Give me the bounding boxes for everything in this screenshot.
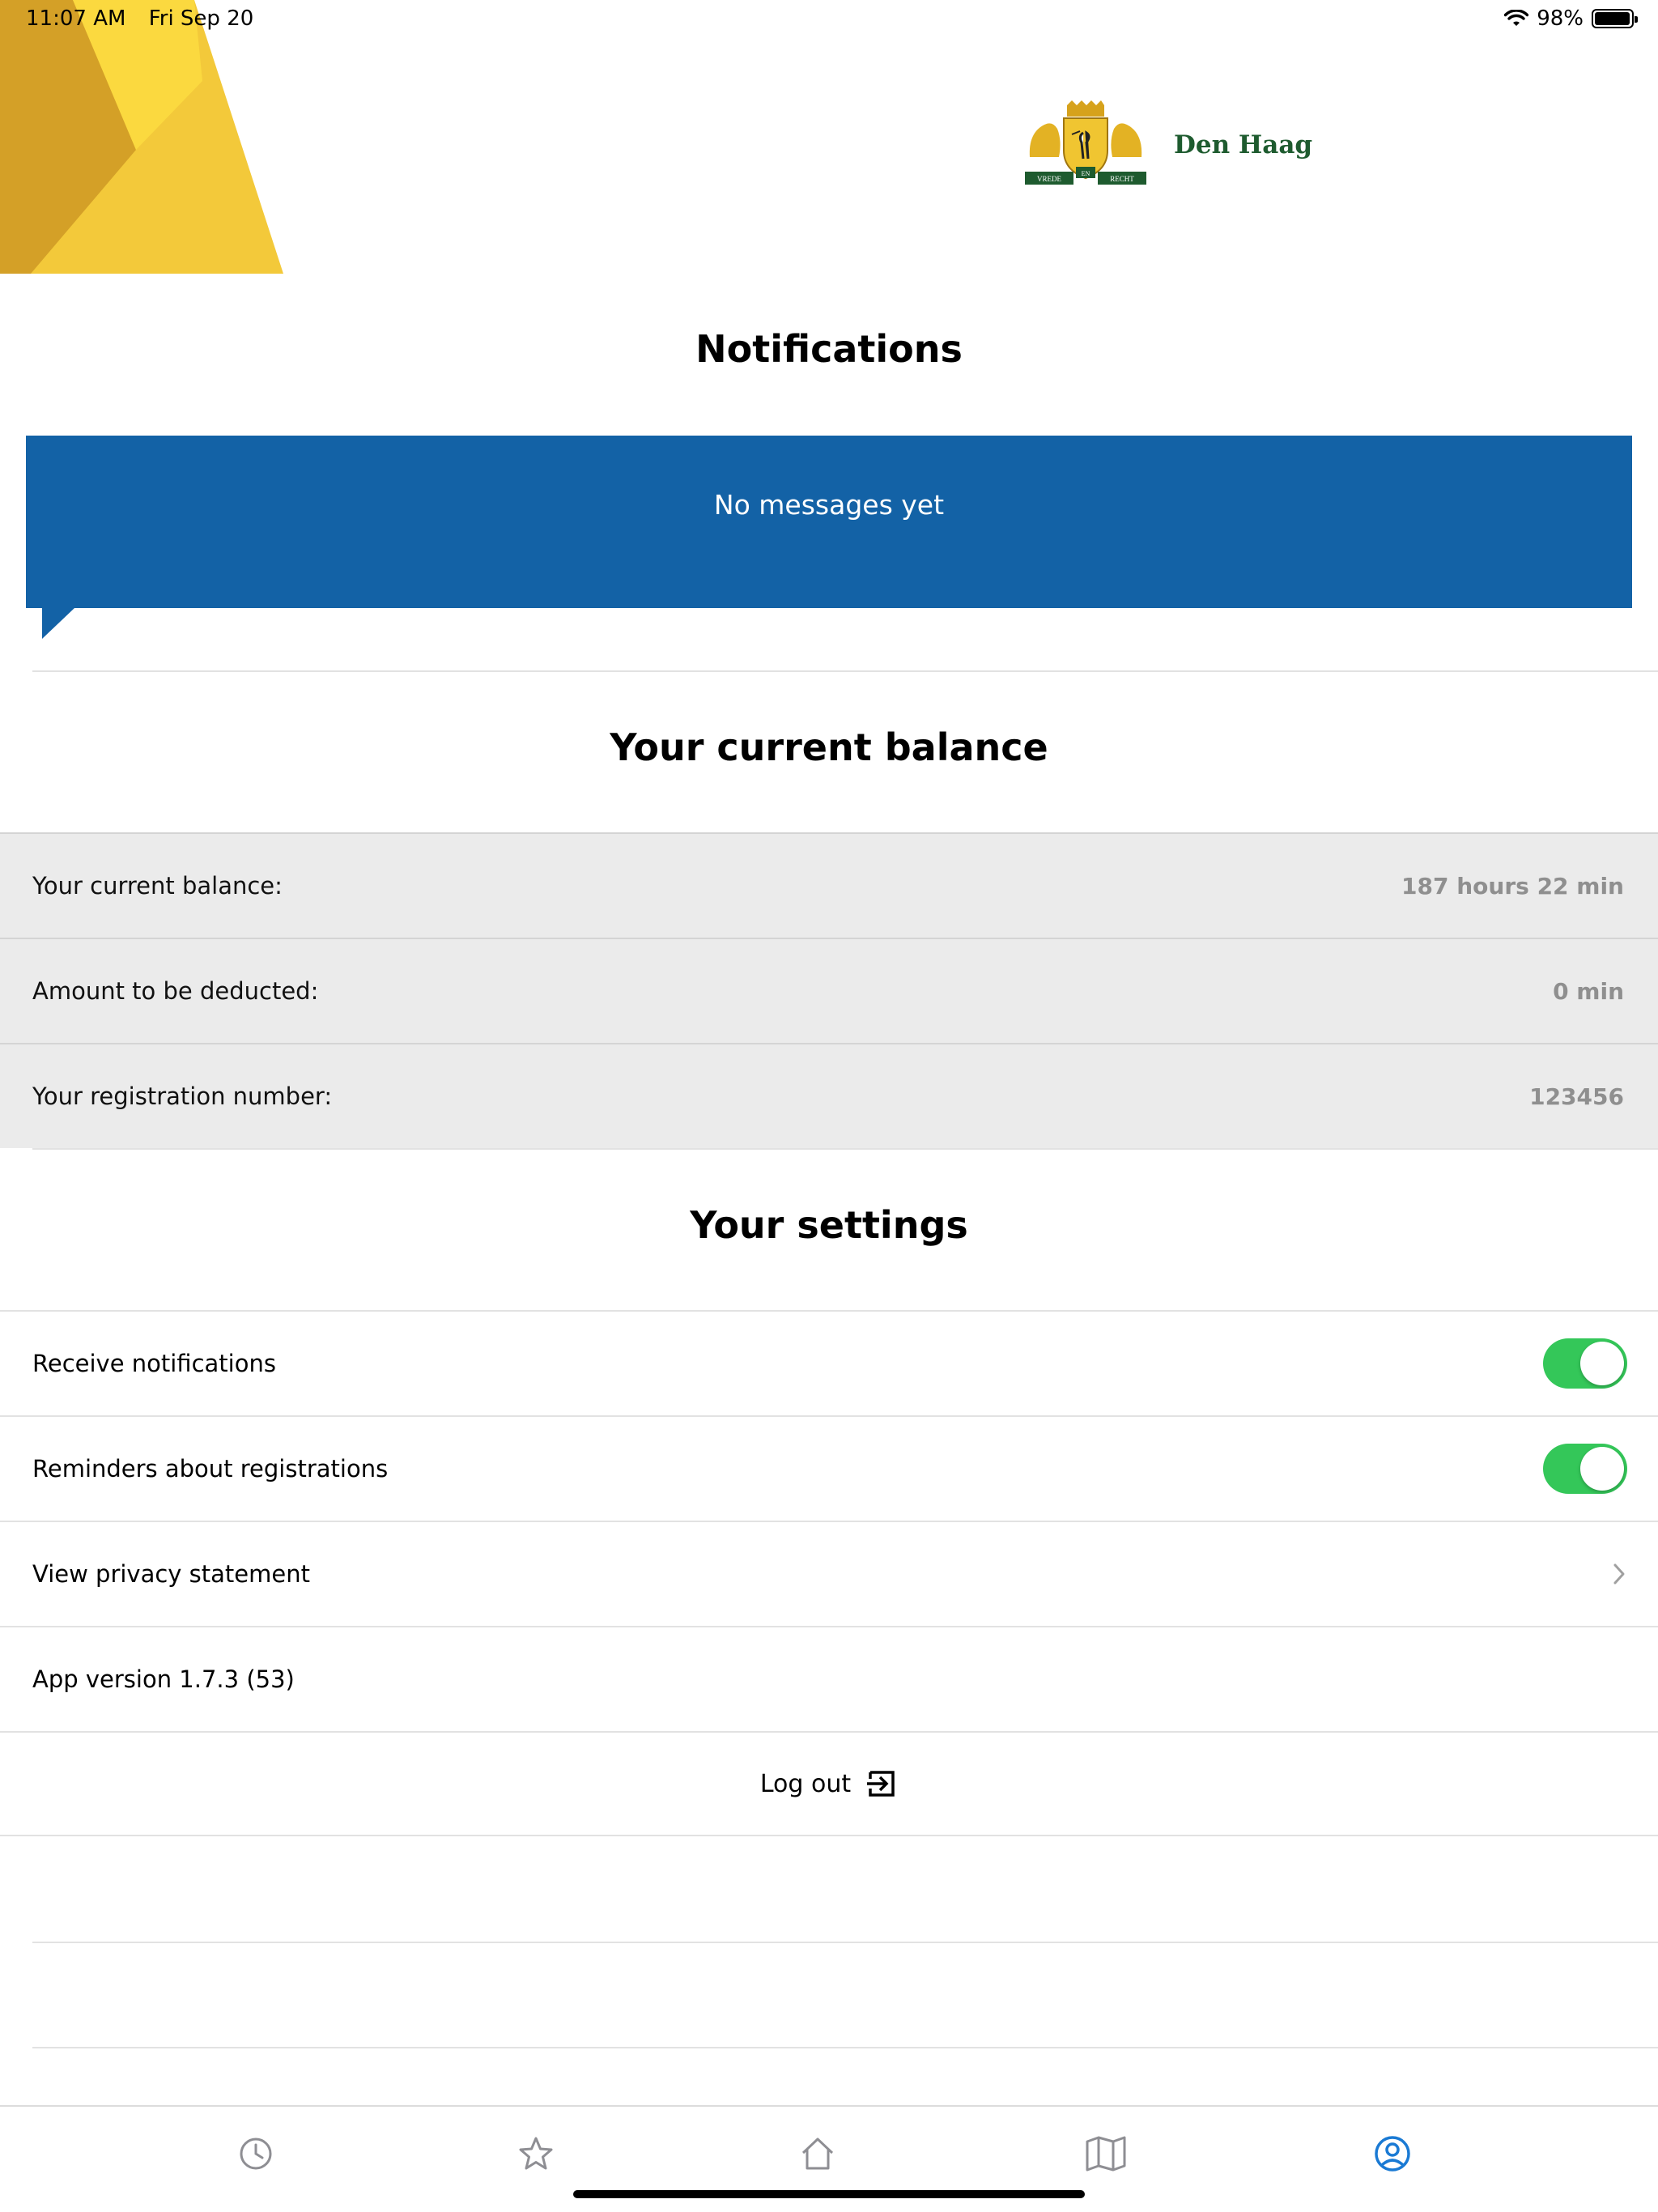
registration-label: Your registration number: — [32, 1083, 333, 1110]
logout-icon — [867, 1771, 895, 1797]
toggle-knob — [1580, 1342, 1624, 1385]
profile-screen: 11:07 AM Fri Sep 20 98% VREDE EN RECHT D… — [0, 0, 1658, 2212]
setting-reminders: Reminders about registrations — [0, 1415, 1658, 1521]
wifi-icon — [1504, 10, 1529, 26]
reminders-toggle[interactable] — [1543, 1444, 1627, 1494]
banner-speech-tail — [42, 608, 74, 639]
toggle-knob — [1580, 1447, 1624, 1491]
motto-recht: RECHT — [1110, 175, 1134, 183]
balance-value: 187 hours 22 min — [1401, 872, 1624, 900]
balance-row-current: Your current balance: 187 hours 22 min — [0, 832, 1658, 938]
tab-favorites[interactable] — [512, 2129, 560, 2178]
chevron-right-icon — [1613, 1563, 1625, 1585]
setting-receive-notifications: Receive notifications — [0, 1310, 1658, 1415]
divider — [32, 670, 1658, 672]
setting-app-version: App version 1.7.3 (53) — [0, 1626, 1658, 1731]
receive-notifications-toggle[interactable] — [1543, 1338, 1627, 1389]
status-indicators: 98% — [1504, 6, 1638, 31]
den-haag-logo: VREDE EN RECHT Den Haag — [1022, 100, 1312, 189]
battery-icon — [1592, 9, 1638, 28]
tab-history[interactable] — [232, 2129, 280, 2178]
decorative-corner-shape — [0, 0, 283, 274]
balance-label: Your current balance: — [32, 872, 283, 900]
notifications-empty-message: No messages yet — [713, 489, 945, 521]
status-clock: 11:07 AM Fri Sep 20 — [26, 6, 270, 31]
battery-percent: 98% — [1537, 6, 1584, 31]
status-bar: 11:07 AM Fri Sep 20 98% — [0, 0, 1658, 39]
home-indicator — [573, 2190, 1085, 2198]
reminders-label: Reminders about registrations — [32, 1455, 389, 1482]
deducted-value: 0 min — [1553, 977, 1624, 1005]
privacy-statement-label: View privacy statement — [32, 1560, 310, 1588]
status-date: Fri Sep 20 — [148, 6, 254, 31]
notifications-title: Notifications — [695, 327, 963, 371]
registration-value: 123456 — [1529, 1083, 1624, 1110]
motto-vrede: VREDE — [1037, 175, 1061, 183]
notifications-banner: No messages yet — [26, 436, 1632, 608]
tab-profile[interactable] — [1368, 2129, 1417, 2178]
battery-fill — [1595, 12, 1630, 25]
status-time: 11:07 AM — [26, 6, 126, 31]
divider — [32, 1942, 1658, 1943]
tab-home[interactable] — [793, 2129, 842, 2178]
receive-notifications-label: Receive notifications — [32, 1350, 276, 1377]
star-icon — [519, 2137, 553, 2170]
setting-privacy-statement[interactable]: View privacy statement — [0, 1521, 1658, 1626]
motto-en: EN — [1082, 170, 1090, 177]
logout-button[interactable]: Log out — [0, 1731, 1658, 1836]
balance-title: Your current balance — [610, 725, 1048, 769]
map-icon — [1086, 2136, 1126, 2172]
app-version-label: App version 1.7.3 (53) — [32, 1665, 295, 1693]
user-profile-icon — [1375, 2136, 1410, 2172]
den-haag-coat-of-arms-icon: VREDE EN RECHT — [1025, 100, 1146, 185]
deducted-label: Amount to be deducted: — [32, 977, 319, 1005]
clock-icon — [240, 2138, 272, 2170]
logout-label: Log out — [759, 1769, 852, 1798]
home-icon — [801, 2138, 834, 2170]
tab-map[interactable] — [1082, 2129, 1130, 2178]
divider — [32, 1148, 1658, 1150]
settings-title: Your settings — [690, 1203, 968, 1247]
balance-row-deducted: Amount to be deducted: 0 min — [0, 938, 1658, 1043]
divider — [32, 2047, 1658, 2048]
balance-row-registration: Your registration number: 123456 — [0, 1043, 1658, 1148]
logo-name: Den Haag — [1174, 130, 1313, 160]
